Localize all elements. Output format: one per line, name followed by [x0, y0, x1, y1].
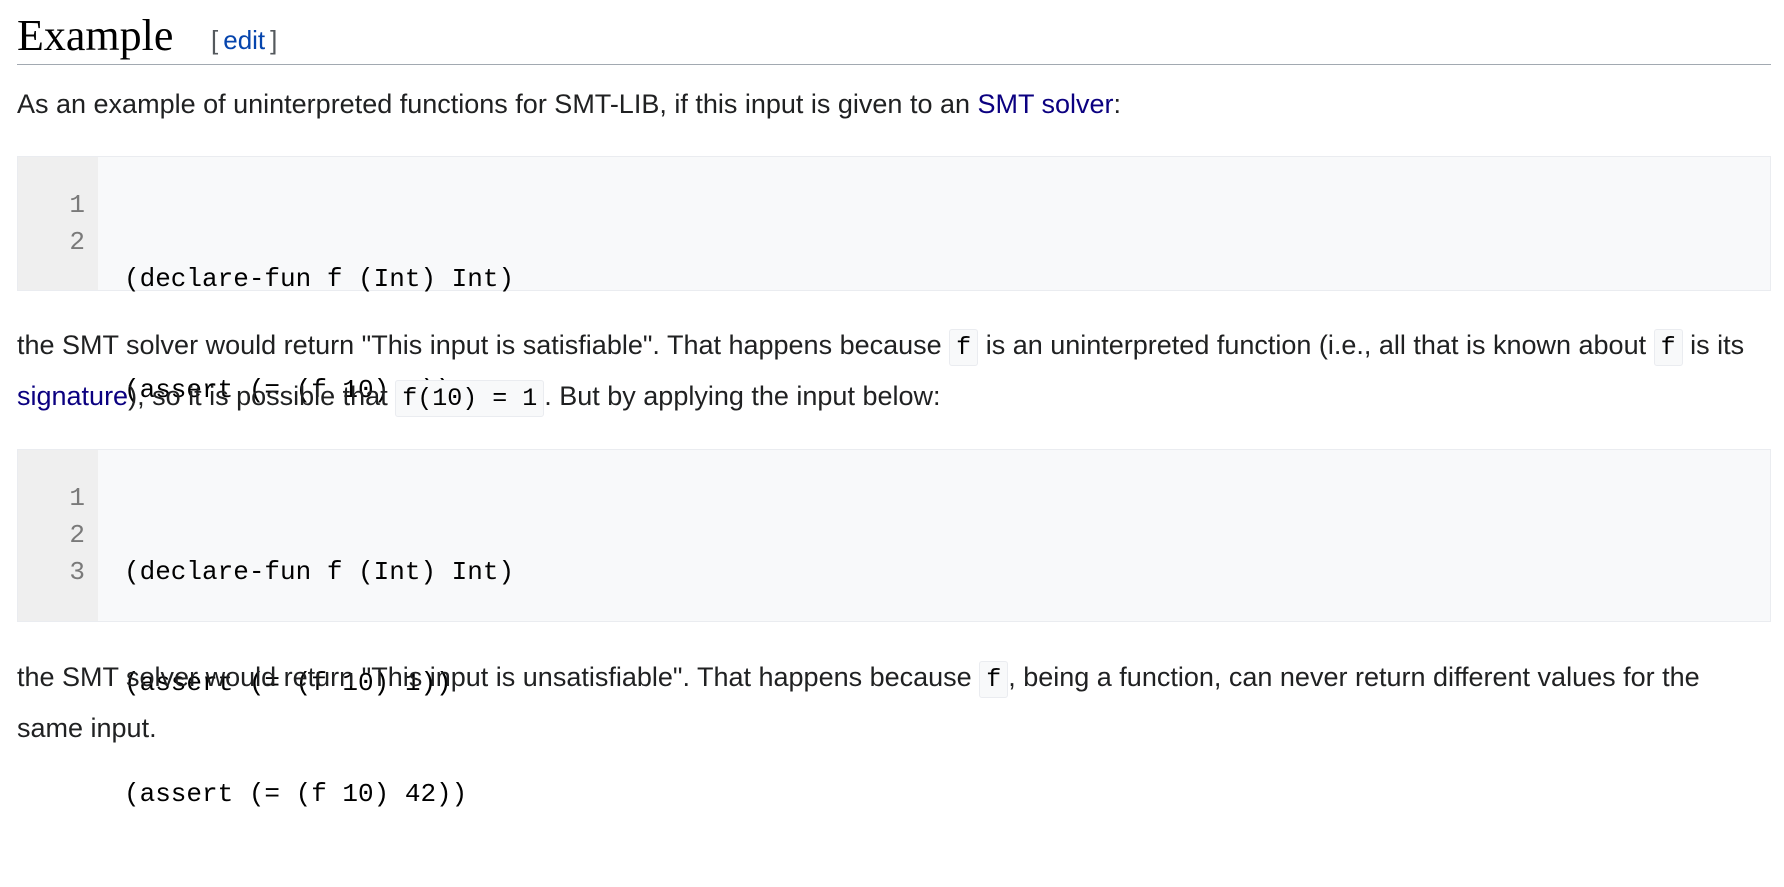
edit-bracket-close: ]	[270, 25, 278, 55]
intro-text: As an example of uninterpreted functions…	[17, 89, 978, 119]
edit-section: [edit]	[211, 24, 277, 56]
code-block-1: 1 2 (declare-fun f (Int) Int) (assert (=…	[17, 156, 1771, 405]
paragraph-text: the SMT solver would return "This input …	[17, 662, 980, 692]
line-numbers-gutter: 1 2 3	[18, 450, 98, 621]
conclusion-paragraph: the SMT solver would return "This input …	[17, 653, 1771, 753]
code-lines: (declare-fun f (Int) Int) (assert (= (f …	[98, 450, 515, 809]
line-number: 3	[69, 557, 85, 587]
code-lines: (declare-fun f (Int) Int) (assert (= (f …	[98, 157, 514, 405]
section-title: Example	[17, 11, 174, 60]
explanation-paragraph: the SMT solver would return "This input …	[17, 321, 1771, 423]
edit-link[interactable]: edit	[223, 25, 265, 55]
paragraph-text: is its	[1682, 330, 1745, 360]
paragraph-text: ), so it is possible that	[128, 381, 396, 411]
signature-link[interactable]: signature	[17, 381, 128, 411]
code-block-2: 1 2 3 (declare-fun f (Int) Int) (assert …	[17, 449, 1771, 809]
code-line: (declare-fun f (Int) Int)	[124, 264, 515, 294]
paragraph-text: the SMT solver would return "This input …	[17, 330, 950, 360]
code-line: (assert (= (f 10) 42))	[124, 779, 468, 809]
smt-solver-link[interactable]: SMT solver	[978, 89, 1114, 119]
section-heading: Example [edit]	[17, 0, 1771, 65]
code-line: (declare-fun f (Int) Int)	[124, 557, 515, 587]
line-numbers-gutter: 1 2	[18, 157, 98, 290]
inline-code: f(10) = 1	[395, 380, 545, 417]
line-number: 1	[69, 483, 85, 513]
line-number: 2	[69, 520, 85, 550]
edit-bracket-open: [	[211, 25, 219, 55]
intro-paragraph: As an example of uninterpreted functions…	[17, 80, 1771, 129]
line-number: 2	[69, 227, 85, 257]
inline-code: f	[1653, 329, 1683, 366]
intro-text-end: :	[1113, 89, 1122, 119]
paragraph-text: . But by applying the input below:	[544, 381, 941, 411]
inline-code: f	[979, 661, 1009, 698]
inline-code: f	[949, 329, 979, 366]
article-content: Example [edit] As an example of uninterp…	[17, 0, 1771, 809]
paragraph-text: is an uninterpreted function (i.e., all …	[978, 330, 1654, 360]
line-number: 1	[69, 190, 85, 220]
